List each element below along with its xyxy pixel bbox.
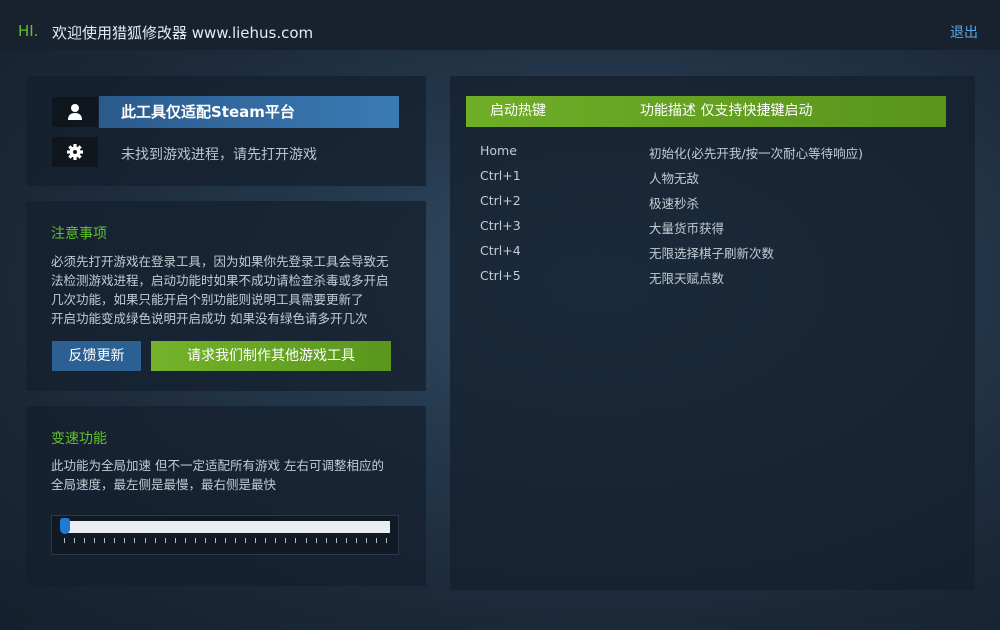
slider-tick (326, 538, 327, 543)
logout-link[interactable]: 退出 (950, 22, 978, 42)
notes-line: 必须先打开游戏在登录工具，因为如果你先登录工具会导致无 (51, 254, 389, 269)
notes-text: 必须先打开游戏在登录工具，因为如果你先登录工具会导致无 法检测游戏进程，启动功能… (51, 252, 411, 328)
slider-tick (295, 538, 296, 543)
slider-tick (165, 538, 166, 543)
speed-description: 此功能为全局加速 但不一定适配所有游戏 左右可调整相应的 全局速度，最左侧是最慢… (51, 456, 411, 494)
hotkeys-header: 启动热键 功能描述 仅支持快捷键启动 (466, 96, 946, 127)
notes-line: 几次功能，如果只能开启个别功能则说明工具需要更新了 (51, 292, 364, 307)
slider-tick (84, 538, 85, 543)
slider-tick (336, 538, 337, 543)
hotkey-row[interactable]: Ctrl+4 无限选择棋子刷新次数 (480, 243, 940, 263)
platform-notice: 此工具仅适配Steam平台 (99, 96, 399, 128)
speed-slider[interactable] (51, 515, 399, 555)
slider-ticks (64, 538, 390, 544)
hotkey-key: Ctrl+5 (480, 268, 521, 283)
app-title: 欢迎使用猎狐修改器 www.liehus.com (52, 24, 314, 42)
hotkeys-panel: 启动热键 功能描述 仅支持快捷键启动 Home 初始化(必先开我/按一次耐心等待… (450, 76, 975, 590)
slider-tick (225, 538, 226, 543)
hotkey-description: 人物无敌 (649, 171, 700, 186)
user-icon (52, 97, 98, 127)
slider-tick (245, 538, 246, 543)
description-column-header: 功能描述 仅支持快捷键启动 (640, 103, 813, 119)
notes-line: 开启功能变成绿色说明开启成功 如果没有绿色请多开几次 (51, 311, 368, 326)
slider-tick (175, 538, 176, 543)
slider-tick (134, 538, 135, 543)
slider-tick (275, 538, 276, 543)
hotkey-key: Ctrl+4 (480, 243, 521, 258)
slider-tick (205, 538, 206, 543)
request-tool-button[interactable]: 请求我们制作其他游戏工具 (151, 341, 391, 371)
notes-line: 法检测游戏进程，启动功能时如果不成功请检查杀毒或多开启 (51, 273, 389, 288)
hotkey-description: 初始化(必先开我/按一次耐心等待响应) (649, 146, 863, 161)
slider-tick (195, 538, 196, 543)
slider-tick (255, 538, 256, 543)
hotkey-row[interactable]: Ctrl+1 人物无敌 (480, 168, 940, 188)
hotkey-description: 大量货币获得 (649, 221, 725, 236)
hotkey-key: Ctrl+2 (480, 193, 521, 208)
slider-tick (386, 538, 387, 543)
slider-tick (356, 538, 357, 543)
notes-panel: 注意事项 必须先打开游戏在登录工具，因为如果你先登录工具会导致无 法检测游戏进程… (26, 201, 426, 391)
slider-tick (145, 538, 146, 543)
slider-tick (215, 538, 216, 543)
hotkey-key: Ctrl+1 (480, 168, 521, 183)
greeting: HI. (18, 22, 39, 40)
hotkey-row[interactable]: Ctrl+3 大量货币获得 (480, 218, 940, 238)
gear-icon (52, 137, 98, 167)
slider-tick (265, 538, 266, 543)
slider-thumb[interactable] (60, 518, 70, 534)
game-status-text: 未找到游戏进程，请先打开游戏 (121, 147, 317, 163)
hotkey-key: Ctrl+3 (480, 218, 521, 233)
status-panel: 此工具仅适配Steam平台 未找到游戏进程，请先打开游戏 (26, 76, 426, 186)
speed-line: 全局速度，最左侧是最慢，最右侧是最快 (51, 477, 277, 492)
hotkey-row[interactable]: Home 初始化(必先开我/按一次耐心等待响应) (480, 143, 940, 163)
top-bar: HI. 欢迎使用猎狐修改器 www.liehus.com 退出 (0, 0, 1000, 50)
slider-tick (64, 538, 65, 543)
slider-tick (74, 538, 75, 543)
speed-title: 变速功能 (51, 431, 107, 447)
slider-tick (366, 538, 367, 543)
slider-tick (376, 538, 377, 543)
slider-track[interactable] (64, 521, 390, 533)
slider-tick (346, 538, 347, 543)
slider-tick (114, 538, 115, 543)
hotkey-description: 无限天赋点数 (649, 271, 725, 286)
slider-tick (306, 538, 307, 543)
feedback-button[interactable]: 反馈更新 (52, 341, 141, 371)
hotkey-row[interactable]: Ctrl+2 极速秒杀 (480, 193, 940, 213)
speed-panel: 变速功能 此功能为全局加速 但不一定适配所有游戏 左右可调整相应的 全局速度，最… (26, 406, 426, 586)
hotkey-column-header: 启动热键 (490, 103, 546, 119)
hotkey-row[interactable]: Ctrl+5 无限天赋点数 (480, 268, 940, 288)
hotkey-key: Home (480, 143, 517, 158)
hotkey-description: 无限选择棋子刷新次数 (649, 246, 775, 261)
slider-tick (235, 538, 236, 543)
slider-tick (185, 538, 186, 543)
slider-tick (94, 538, 95, 543)
slider-tick (316, 538, 317, 543)
speed-line: 此功能为全局加速 但不一定适配所有游戏 左右可调整相应的 (51, 458, 384, 473)
slider-tick (124, 538, 125, 543)
slider-tick (155, 538, 156, 543)
notes-title: 注意事项 (51, 226, 107, 242)
slider-tick (104, 538, 105, 543)
slider-tick (285, 538, 286, 543)
hotkey-description: 极速秒杀 (649, 196, 700, 211)
